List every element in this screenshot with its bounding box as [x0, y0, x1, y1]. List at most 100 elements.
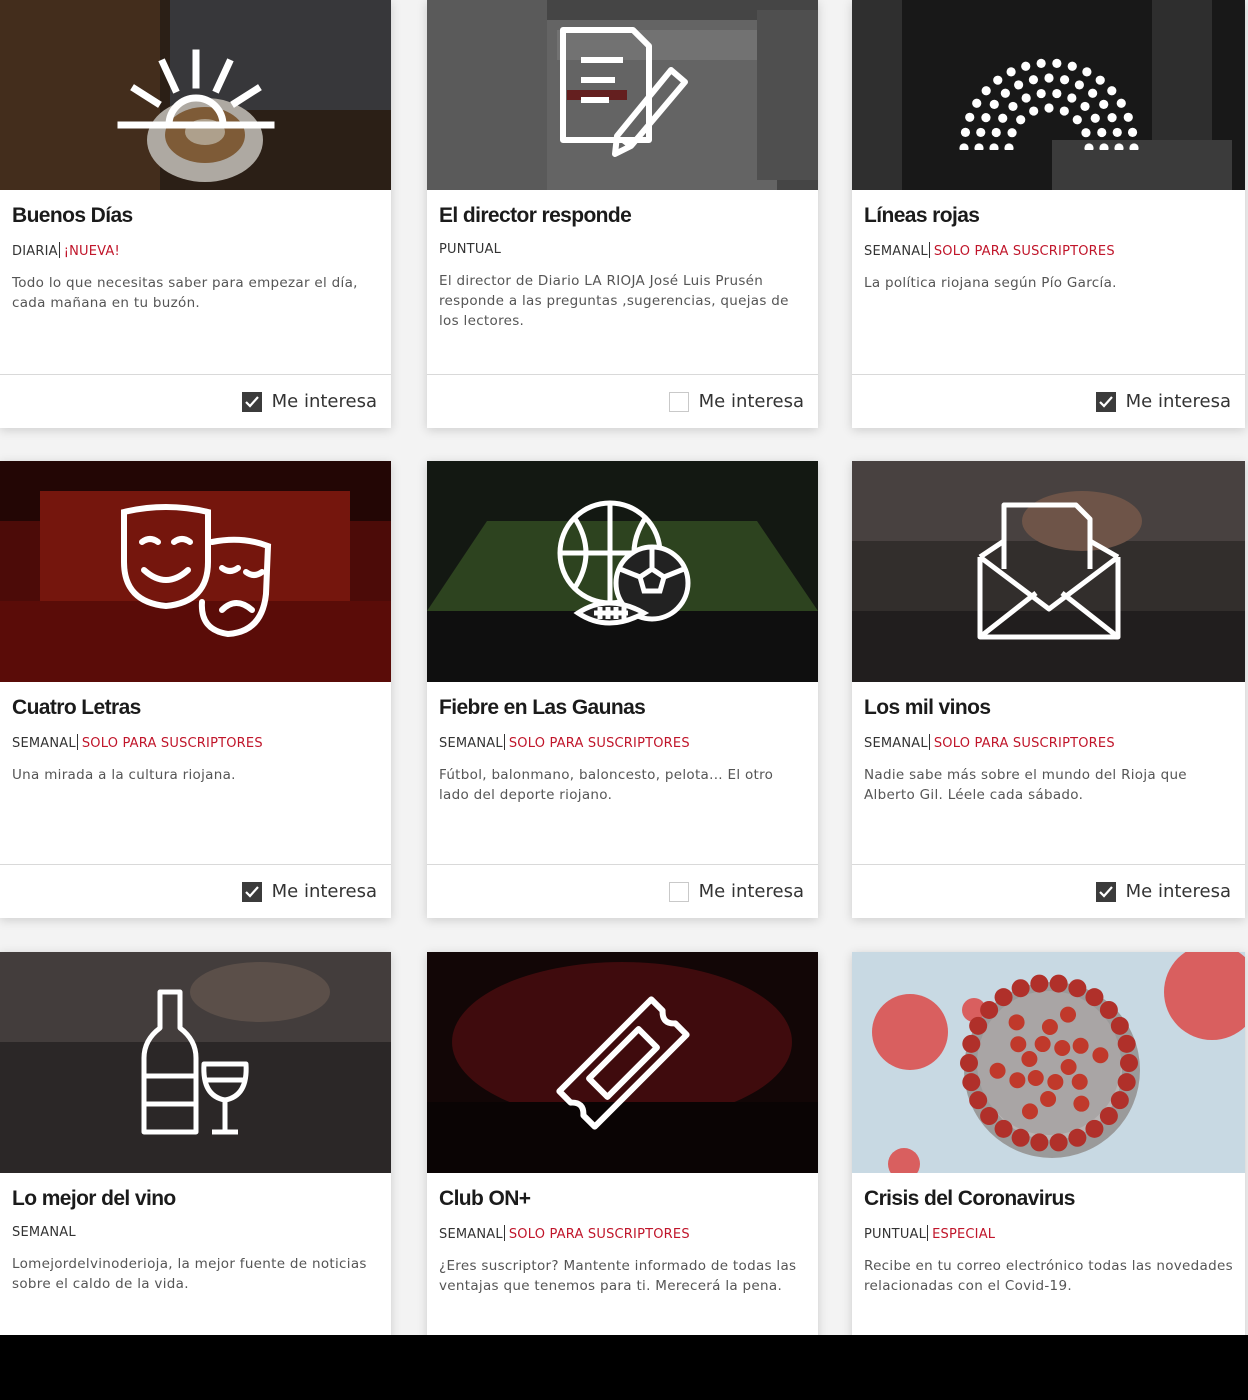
virus-spike [1119, 1053, 1138, 1072]
interest-checkbox[interactable] [241, 391, 262, 412]
card-title: Crisis del Coronavirus [864, 1187, 1075, 1210]
newsletter-card: Buenos Días DIARIA ¡NUEVA! Todo lo que ne… [0, 0, 391, 428]
virus-spike [1117, 1072, 1136, 1091]
card-image [852, 952, 1245, 1173]
bottom-black-bar [0, 1335, 1248, 1400]
seat-dot [1020, 61, 1030, 71]
tag-label: SOLO PARA SUSCRIPTORES [81, 736, 263, 751]
card-image [852, 0, 1245, 190]
virus-spike [959, 1053, 978, 1072]
seat-dot [1028, 75, 1038, 85]
virus-spike [1071, 1073, 1088, 1090]
card-image [0, 461, 391, 682]
seat-dot [1003, 143, 1014, 150]
card-description: Recibe en tu correo electrónico todas la… [864, 1258, 1233, 1294]
seat-dot [988, 143, 999, 150]
seat-dot [1112, 127, 1122, 138]
card-description: La política riojana según Pío García. [864, 275, 1117, 291]
newsletter-card: Crisis del Coronavirus PUNTUAL ESPECIAL R… [852, 952, 1245, 1352]
card-image [852, 461, 1245, 682]
seat-dot [1000, 88, 1010, 98]
seat-dot [1059, 75, 1069, 85]
theater-masks-icon [120, 503, 271, 637]
virus-spike [1011, 1128, 1030, 1147]
seat-dot [1113, 143, 1124, 150]
card-footer: Me interesa [0, 374, 391, 428]
seat-dot [1081, 67, 1091, 77]
seat-dot [1036, 88, 1046, 99]
seat-dot [964, 112, 974, 122]
frequency-label: PUNTUAL [864, 1227, 927, 1242]
seat-dot [1051, 88, 1061, 99]
seat-dot [973, 143, 984, 150]
interest-checkbox[interactable] [668, 391, 689, 412]
virus-spike [1099, 1106, 1118, 1125]
seat-dot [1043, 73, 1054, 83]
virus-spike [979, 1000, 998, 1019]
card-title: Lo mejor del vino [12, 1187, 176, 1210]
virus-spike [1072, 1095, 1089, 1112]
interest-label[interactable]: Me interesa [272, 391, 377, 412]
card-description: Una mirada a la cultura riojana. [12, 767, 236, 783]
virus-spike [1084, 1119, 1103, 1138]
seat-dot [958, 143, 969, 150]
seat-dot [991, 127, 1001, 138]
virus-spike [1110, 1016, 1129, 1035]
interest-label[interactable]: Me interesa [699, 391, 804, 412]
virus-spike [1117, 1034, 1136, 1053]
card-title: Buenos Días [12, 204, 133, 227]
newsletter-card: Los mil vinos SEMANAL SOLO PARA SUSCRIPTO… [852, 461, 1245, 918]
seat-dot [1083, 143, 1094, 150]
seat-dot [997, 113, 1007, 123]
interest-label[interactable]: Me interesa [699, 881, 804, 902]
card-description: Todo lo que necesitas saber para empezar… [12, 275, 358, 311]
card-image [0, 0, 391, 190]
envelope-icon [977, 502, 1120, 639]
virus-spike [1039, 1090, 1056, 1107]
interest-checkbox[interactable] [668, 881, 689, 902]
frequency-label: SEMANAL [864, 736, 928, 751]
seat-dot [1006, 128, 1017, 138]
tag-label: SOLO PARA SUSCRIPTORES [933, 244, 1115, 259]
card-footer: Me interesa [852, 374, 1245, 428]
virus-spike [1060, 1058, 1077, 1075]
tag-label: ESPECIAL [932, 1227, 996, 1242]
sports-balls-icon [557, 500, 690, 625]
interest-label[interactable]: Me interesa [272, 881, 377, 902]
card-title: Los mil vinos [864, 696, 991, 719]
newsletter-card: Fiebre en Las Gaunas SEMANAL SOLO PARA SU… [427, 461, 818, 918]
card-meta: SEMANAL [12, 1225, 379, 1240]
card-description: Lomejordelvinoderioja, la mejor fuente d… [12, 1256, 367, 1292]
card-meta: PUNTUAL ESPECIAL [864, 1225, 1233, 1242]
seat-dot [1013, 80, 1023, 90]
virus-spike [968, 1090, 987, 1109]
tag-label: SOLO PARA SUSCRIPTORES [933, 736, 1115, 751]
virus-spike [989, 1062, 1006, 1079]
virus-spike [994, 987, 1013, 1006]
frequency-label: SEMANAL [439, 736, 503, 751]
tag-label: SOLO PARA SUSCRIPTORES [508, 1227, 690, 1242]
virus-spike [1009, 1035, 1026, 1052]
virus-spike [1020, 1050, 1037, 1067]
seat-dot [1074, 80, 1084, 90]
seat-dot [1036, 58, 1046, 68]
newsletter-card: Club ON+ SEMANAL SOLO PARA SUSCRIPTORES ¿… [427, 952, 818, 1352]
interest-checkbox[interactable] [1095, 391, 1116, 412]
interest-label[interactable]: Me interesa [1126, 881, 1231, 902]
seat-dot [1128, 143, 1139, 150]
interest-checkbox[interactable] [241, 881, 262, 902]
card-meta: DIARIA ¡NUEVA! [12, 242, 379, 259]
seat-dot [1066, 93, 1076, 103]
interest-checkbox[interactable] [1095, 881, 1116, 902]
divider [76, 734, 78, 750]
interest-label[interactable]: Me interesa [1126, 391, 1231, 412]
virus-spike [1029, 974, 1048, 993]
seat-dot [1106, 113, 1117, 123]
seat-dot [975, 127, 985, 138]
seat-dot [1116, 98, 1126, 108]
card-footer: Me interesa [852, 864, 1245, 918]
checkmark-icon [1098, 885, 1113, 898]
sunrise-icon [117, 49, 274, 129]
ticket-icon [555, 995, 690, 1130]
virus-spike [1084, 987, 1103, 1006]
